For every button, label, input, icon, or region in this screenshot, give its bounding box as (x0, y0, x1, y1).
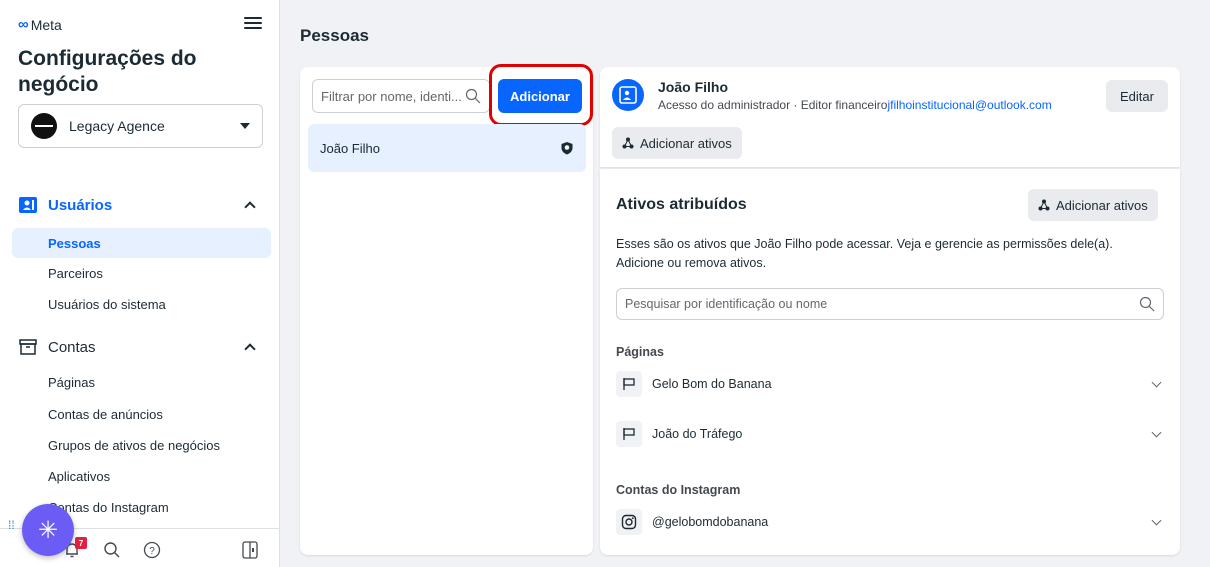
assets-add-label: Adicionar ativos (1056, 197, 1148, 213)
add-assets-button[interactable]: Adicionar ativos (612, 127, 742, 159)
archive-icon (19, 339, 37, 355)
role-text: Acesso do administrador · Editor finance… (658, 98, 888, 112)
asset-label: Gelo Bom do Banana (652, 377, 772, 391)
filter-input[interactable] (321, 88, 465, 104)
section-contas-label: Contas (48, 338, 96, 356)
assets-title: Ativos atribuídos (616, 196, 747, 213)
user-badge-icon (619, 86, 637, 104)
flag-icon (616, 421, 642, 447)
panel-toggle-icon[interactable] (240, 540, 260, 560)
asset-row-page[interactable]: João do Tráfego (616, 417, 1168, 451)
sidebar-item-contas-de-anuncios[interactable]: Contas de anúncios (12, 399, 271, 429)
user-detail-header: João Filho Acesso do administrador · Edi… (600, 67, 1180, 167)
caret-down-icon (240, 123, 250, 129)
assigned-assets-panel: Ativos atribuídos Adicionar ativos Esses… (600, 169, 1180, 555)
hamburger-menu-icon[interactable] (244, 14, 262, 32)
sidebar: ∞ Meta Configurações do negócio Legacy A… (0, 0, 280, 567)
search-icon[interactable] (102, 540, 122, 560)
edit-button[interactable]: Editar (1106, 80, 1168, 112)
assets-description: Esses são os ativos que João Filho pode … (616, 237, 1113, 270)
asset-label: @gelobomdobanana (652, 515, 769, 529)
meta-infinity-icon: ∞ (18, 16, 29, 33)
user-avatar (612, 79, 644, 111)
user-name: João Filho (658, 79, 728, 95)
people-list-panel: Adicionar João Filho (300, 64, 593, 555)
chevron-up-icon (244, 343, 256, 355)
business-name: Legacy Agence (69, 118, 165, 134)
business-avatar (31, 113, 57, 139)
chevron-down-icon (1151, 427, 1162, 437)
instagram-group-label: Contas do Instagram (616, 483, 741, 497)
assets-icon (1038, 199, 1050, 211)
notification-badge: 7 (75, 537, 87, 549)
search-icon (1139, 296, 1155, 312)
add-person-button[interactable]: Adicionar (498, 79, 582, 113)
admin-shield-icon (561, 142, 573, 155)
sidebar-item-pessoas[interactable]: Pessoas (12, 228, 271, 258)
assets-add-button[interactable]: Adicionar ativos (1028, 189, 1158, 221)
asset-row-instagram[interactable]: @gelobomdobanana (616, 505, 1168, 539)
chevron-up-icon (244, 201, 256, 213)
asset-label: João do Tráfego (652, 427, 743, 441)
assets-icon (622, 137, 634, 149)
person-name: João Filho (320, 140, 380, 156)
help-icon[interactable]: ? (142, 540, 162, 560)
app-title: Configurações do negócio (18, 47, 197, 96)
instagram-icon (616, 509, 642, 535)
asset-search-input[interactable] (625, 297, 1139, 311)
pages-group-label: Páginas (616, 345, 664, 359)
user-email-link[interactable]: jfilhoinstitucional@outlook.com (887, 98, 1051, 112)
chevron-down-icon (1151, 515, 1162, 525)
drag-handle-icon[interactable]: ⁞⁞ (8, 519, 16, 538)
sparkle-icon: ✳ (37, 516, 59, 544)
meta-logo-text: Meta (30, 16, 62, 33)
section-usuarios-label: Usuários (48, 196, 113, 214)
add-assets-label: Adicionar ativos (640, 135, 732, 151)
page-title: Pessoas (300, 26, 369, 45)
sidebar-item-aplicativos[interactable]: Aplicativos (12, 461, 271, 491)
sidebar-item-paginas[interactable]: Páginas (12, 367, 271, 397)
svg-text:?: ? (149, 546, 155, 557)
asset-search-wrapper[interactable] (616, 288, 1164, 320)
user-role: Acesso do administrador · Editor finance… (658, 98, 1052, 112)
sidebar-item-usuarios-do-sistema[interactable]: Usuários do sistema (12, 289, 271, 319)
sidebar-item-grupos-de-ativos[interactable]: Grupos de ativos de negócios (12, 430, 271, 460)
business-selector[interactable]: Legacy Agence (18, 104, 263, 148)
sidebar-item-parceiros[interactable]: Parceiros (12, 258, 271, 288)
section-contas[interactable]: Contas (18, 333, 258, 361)
person-row[interactable]: João Filho (308, 124, 586, 172)
flag-icon (616, 371, 642, 397)
section-usuarios[interactable]: Usuários (18, 191, 258, 219)
users-icon (19, 197, 37, 213)
chevron-down-icon (1151, 377, 1162, 387)
filter-input-wrapper[interactable] (312, 79, 490, 113)
search-icon (465, 88, 481, 104)
meta-logo[interactable]: ∞ Meta (18, 16, 62, 33)
asset-row-page[interactable]: Gelo Bom do Banana (616, 367, 1168, 401)
assistant-fab-button[interactable]: ✳ (22, 504, 74, 556)
